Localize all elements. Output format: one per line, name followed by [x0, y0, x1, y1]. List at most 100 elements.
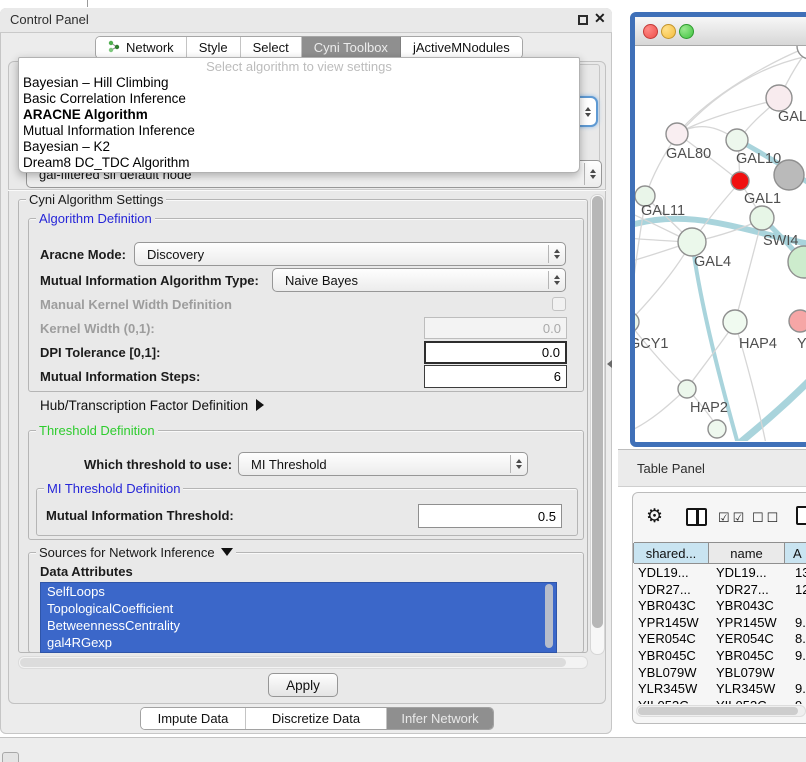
- node-gal1[interactable]: [750, 206, 774, 230]
- which-threshold-combobox[interactable]: MI Threshold: [238, 452, 528, 476]
- apply-button[interactable]: Apply: [268, 673, 338, 697]
- combo-stepper-icon: [584, 163, 601, 185]
- node-salmon[interactable]: [789, 310, 806, 332]
- table-panel-titlebar[interactable]: Table Panel: [618, 449, 806, 487]
- tab-infer-network[interactable]: Infer Network: [387, 708, 493, 729]
- node-hap2[interactable]: [678, 380, 696, 398]
- float-window-icon[interactable]: [578, 15, 588, 25]
- network-edge[interactable]: [688, 323, 735, 387]
- tab-cyni-toolbox[interactable]: Cyni Toolbox: [302, 37, 401, 58]
- settings-hscrollbar-thumb[interactable]: [20, 658, 566, 667]
- node-hap4[interactable]: [723, 310, 747, 334]
- table-row[interactable]: YDR27...YDR27...12: [634, 581, 806, 598]
- node-gal4[interactable]: [678, 228, 706, 256]
- node-bottom-partial[interactable]: [708, 420, 726, 438]
- node-label-gcy1: GCY1: [635, 336, 669, 352]
- node-gal80[interactable]: [666, 123, 688, 145]
- deselect-all-checks-icon[interactable]: ☐☐: [752, 510, 781, 526]
- node-gcy1[interactable]: [635, 312, 639, 332]
- settings-vscrollbar-thumb[interactable]: [592, 196, 603, 628]
- algorithm-option[interactable]: Mutual Information Inference: [19, 123, 579, 139]
- network-canvas[interactable]: GALGAL80GAL10GAL1GAL11SWI4GAL4GCY1HAP4YH…: [635, 46, 806, 441]
- table-cell: 13: [791, 564, 806, 581]
- aracne-mode-combobox[interactable]: Discovery: [134, 242, 566, 266]
- tab-impute-data[interactable]: Impute Data: [141, 708, 246, 729]
- table-row[interactable]: YBR045CYBR045C9.: [634, 647, 806, 664]
- manual-kernel-checkbox[interactable]: [552, 297, 566, 311]
- split-pane-handle-icon[interactable]: [607, 360, 612, 368]
- attribute-item[interactable]: gal4RGexp: [41, 634, 556, 651]
- node-pink-top[interactable]: [766, 85, 792, 111]
- dpi-tolerance-field[interactable]: 0.0: [424, 341, 567, 364]
- node-gal10[interactable]: [726, 129, 748, 151]
- network-icon: [108, 40, 121, 56]
- hub-factor-expander[interactable]: Hub/Transcription Factor Definition: [40, 398, 264, 413]
- column-header-1[interactable]: shared...: [633, 543, 709, 563]
- tab-select[interactable]: Select: [241, 37, 302, 58]
- minimize-traffic-light-icon[interactable]: [661, 24, 676, 39]
- table-row[interactable]: YIL053CYIL053C9: [634, 697, 806, 704]
- network-window-titlebar[interactable]: [635, 17, 806, 46]
- bottom-left-mini-button[interactable]: [2, 752, 19, 762]
- mi-threshold-label: Mutual Information Threshold:: [46, 508, 234, 523]
- table-row[interactable]: YBL079WYBL079W: [634, 664, 806, 681]
- which-threshold-label: Which threshold to use:: [84, 457, 232, 472]
- node-red[interactable]: [731, 172, 749, 190]
- network-edge[interactable]: [735, 219, 762, 322]
- close-traffic-light-icon[interactable]: [643, 24, 658, 39]
- node-label-gal1: GAL1: [744, 191, 781, 207]
- algorithm-option[interactable]: Bayesian – K2: [19, 139, 579, 155]
- column-header-3[interactable]: A: [784, 543, 806, 563]
- tab-jactivemnodules[interactable]: jActiveMNodules: [401, 37, 522, 58]
- which-threshold-value: MI Threshold: [239, 457, 327, 472]
- table-row[interactable]: YER054CYER054C8.: [634, 630, 806, 647]
- zoom-traffic-light-icon[interactable]: [679, 24, 694, 39]
- panel-separator: [8, 189, 606, 191]
- table-row[interactable]: YPR145WYPR145W9.: [634, 614, 806, 631]
- table-row[interactable]: YLR345WYLR345W9.: [634, 680, 806, 697]
- expander-expanded-icon: [221, 548, 233, 556]
- network-edge[interactable]: [635, 323, 686, 387]
- columns-icon[interactable]: [686, 508, 707, 526]
- tab-discretize-data[interactable]: Discretize Data: [246, 708, 387, 729]
- close-icon[interactable]: ✕: [594, 10, 606, 27]
- attribute-item[interactable]: TopologicalCoefficient: [41, 600, 556, 617]
- page-icon[interactable]: [796, 506, 806, 525]
- table-row[interactable]: YDL19...YDL19...13: [634, 564, 806, 581]
- table-panel-title: Table Panel: [637, 461, 705, 476]
- data-attributes-list[interactable]: SelfLoopsTopologicalCoefficientBetweenne…: [40, 582, 557, 653]
- table-cell: 9: [791, 697, 806, 704]
- select-all-checks-icon[interactable]: ☑☑: [718, 510, 747, 526]
- attribute-item[interactable]: SelfLoops: [41, 583, 556, 600]
- network-edge[interactable]: [635, 389, 686, 432]
- algorithm-option[interactable]: Basic Correlation Inference: [19, 91, 579, 107]
- table-hscrollbar-thumb[interactable]: [638, 707, 798, 715]
- table-row[interactable]: YBR043CYBR043C: [634, 597, 806, 614]
- node-label-gal10: GAL10: [736, 151, 781, 167]
- combo-stepper-icon: [548, 245, 565, 263]
- network-edge[interactable]: [635, 243, 691, 322]
- table-cell: YBR045C: [634, 647, 712, 664]
- algorithm-definition-label: Algorithm Definition: [36, 211, 155, 226]
- network-edge-highlighted[interactable]: [736, 380, 806, 441]
- mi-threshold-field[interactable]: 0.5: [418, 504, 562, 528]
- algorithm-option[interactable]: Dream8 DC_TDC Algorithm: [19, 155, 579, 171]
- tab-style[interactable]: Style: [187, 37, 241, 58]
- control-panel-titlebar[interactable]: Control Panel: [0, 8, 612, 33]
- column-header-2[interactable]: name: [708, 543, 785, 563]
- hub-factor-expander-label: Hub/Transcription Factor Definition: [40, 398, 248, 413]
- mi-type-combobox[interactable]: Naive Bayes: [272, 268, 566, 292]
- mi-steps-field[interactable]: 6: [424, 365, 567, 388]
- table-body: YDL19...YDL19...13YDR27...YDR27...12YBR0…: [634, 564, 806, 704]
- tab-network[interactable]: Network: [96, 37, 187, 58]
- expander-collapsed-icon: [256, 399, 264, 411]
- attributes-list-scrollbar[interactable]: [545, 584, 553, 648]
- gear-icon[interactable]: ⚙: [646, 505, 663, 528]
- aracne-mode-value: Discovery: [135, 247, 204, 262]
- algorithm-option[interactable]: Bayesian – Hill Climbing: [19, 75, 579, 91]
- node-swi4[interactable]: [788, 246, 806, 278]
- tab-label: Network: [126, 40, 174, 55]
- attribute-item[interactable]: BetweennessCentrality: [41, 617, 556, 634]
- sources-label[interactable]: Sources for Network Inference: [36, 545, 236, 560]
- algorithm-option[interactable]: ARACNE Algorithm: [19, 107, 579, 123]
